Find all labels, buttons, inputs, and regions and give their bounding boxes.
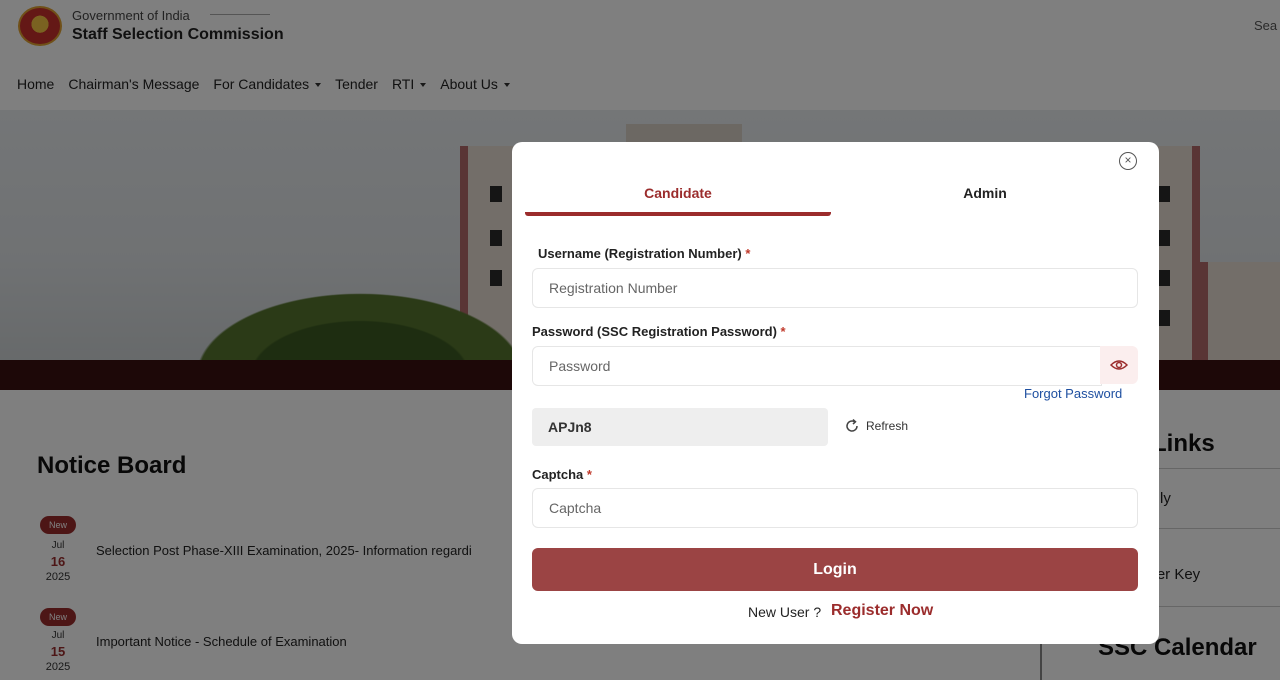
- captcha-image: APJn8: [532, 408, 828, 446]
- captcha-input[interactable]: [532, 488, 1138, 528]
- show-password-button[interactable]: [1100, 346, 1138, 384]
- new-user-text: New User ?: [748, 604, 822, 620]
- username-label: Username (Registration Number) *: [538, 246, 750, 261]
- captcha-label: Captcha *: [532, 467, 592, 482]
- password-input[interactable]: [532, 346, 1102, 386]
- refresh-icon: [846, 418, 858, 432]
- password-label-text: Password (SSC Registration Password): [532, 324, 777, 339]
- password-label: Password (SSC Registration Password) *: [532, 324, 786, 339]
- username-label-text: Username (Registration Number): [538, 246, 742, 261]
- required-mark: *: [586, 467, 592, 482]
- username-input[interactable]: [532, 268, 1138, 308]
- required-mark: *: [780, 324, 786, 339]
- register-now-link[interactable]: Register Now: [831, 602, 933, 620]
- tab-candidate[interactable]: Candidate: [525, 176, 831, 216]
- refresh-label: Refresh: [866, 419, 909, 433]
- close-icon[interactable]: ×: [1119, 152, 1137, 170]
- tab-admin[interactable]: Admin: [832, 176, 1138, 216]
- refresh-captcha-button[interactable]: Refresh: [844, 418, 908, 434]
- login-button[interactable]: Login: [532, 548, 1138, 591]
- forgot-password-link[interactable]: Forgot Password: [1024, 386, 1122, 401]
- required-mark: *: [745, 246, 751, 261]
- login-modal: × Candidate Admin Username (Registration…: [512, 142, 1159, 644]
- eye-icon: [1110, 360, 1128, 370]
- captcha-label-text: Captcha: [532, 467, 584, 482]
